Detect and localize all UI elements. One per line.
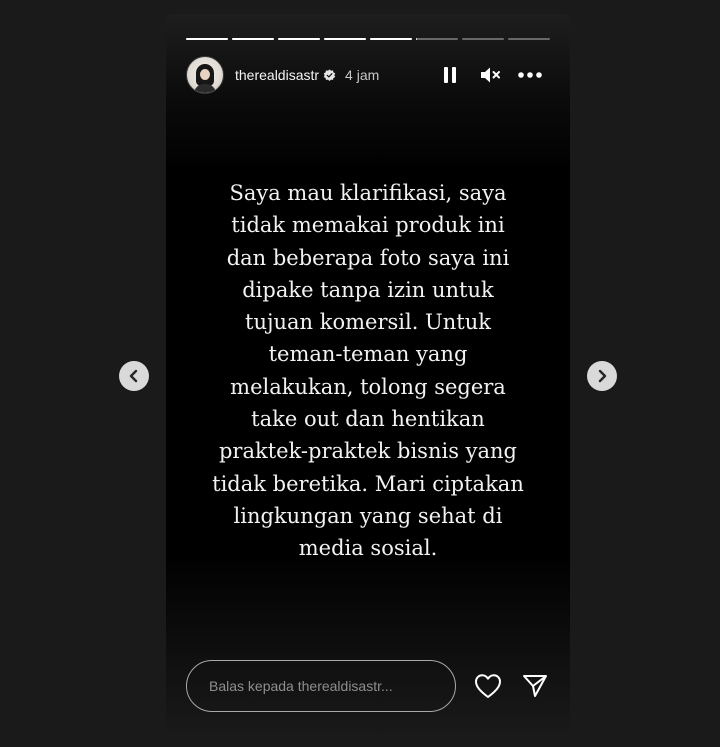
progress-segment	[186, 38, 228, 40]
progress-segment	[508, 38, 550, 40]
pause-button[interactable]	[436, 61, 464, 89]
post-time: 4 jam	[345, 67, 380, 83]
story-progress-bar	[186, 38, 550, 40]
send-icon	[522, 675, 547, 697]
username[interactable]: therealdisastr	[235, 67, 319, 83]
previous-story-button[interactable]	[119, 361, 149, 391]
progress-segment	[324, 38, 366, 40]
story-controls	[436, 61, 544, 89]
next-story-button[interactable]	[587, 361, 617, 391]
heart-icon	[474, 674, 501, 698]
chevron-right-icon	[598, 369, 607, 383]
progress-segment	[278, 38, 320, 40]
story-viewer: therealdisastr 4 jam Saya mau klarifikas…	[0, 0, 720, 747]
mute-button[interactable]	[476, 61, 504, 89]
avatar[interactable]	[186, 56, 224, 94]
muted-speaker-icon	[481, 67, 500, 83]
progress-segment	[370, 38, 412, 40]
send-button[interactable]	[519, 670, 550, 702]
story-caption-text: Saya mau klarifikasi, saya tidak memakai…	[212, 181, 524, 561]
reply-bar	[186, 660, 550, 712]
progress-segment	[416, 38, 458, 40]
like-button[interactable]	[472, 670, 503, 702]
verified-badge-icon	[323, 68, 336, 81]
progress-segment	[462, 38, 504, 40]
reply-input[interactable]	[186, 660, 457, 712]
story-header: therealdisastr 4 jam	[186, 55, 550, 95]
pause-icon	[444, 67, 456, 83]
chevron-left-icon	[129, 369, 138, 383]
more-options-icon	[518, 72, 542, 78]
progress-segment	[232, 38, 274, 40]
more-options-button[interactable]	[516, 61, 544, 89]
story-card[interactable]: therealdisastr 4 jam Saya mau klarifikas…	[166, 14, 570, 733]
